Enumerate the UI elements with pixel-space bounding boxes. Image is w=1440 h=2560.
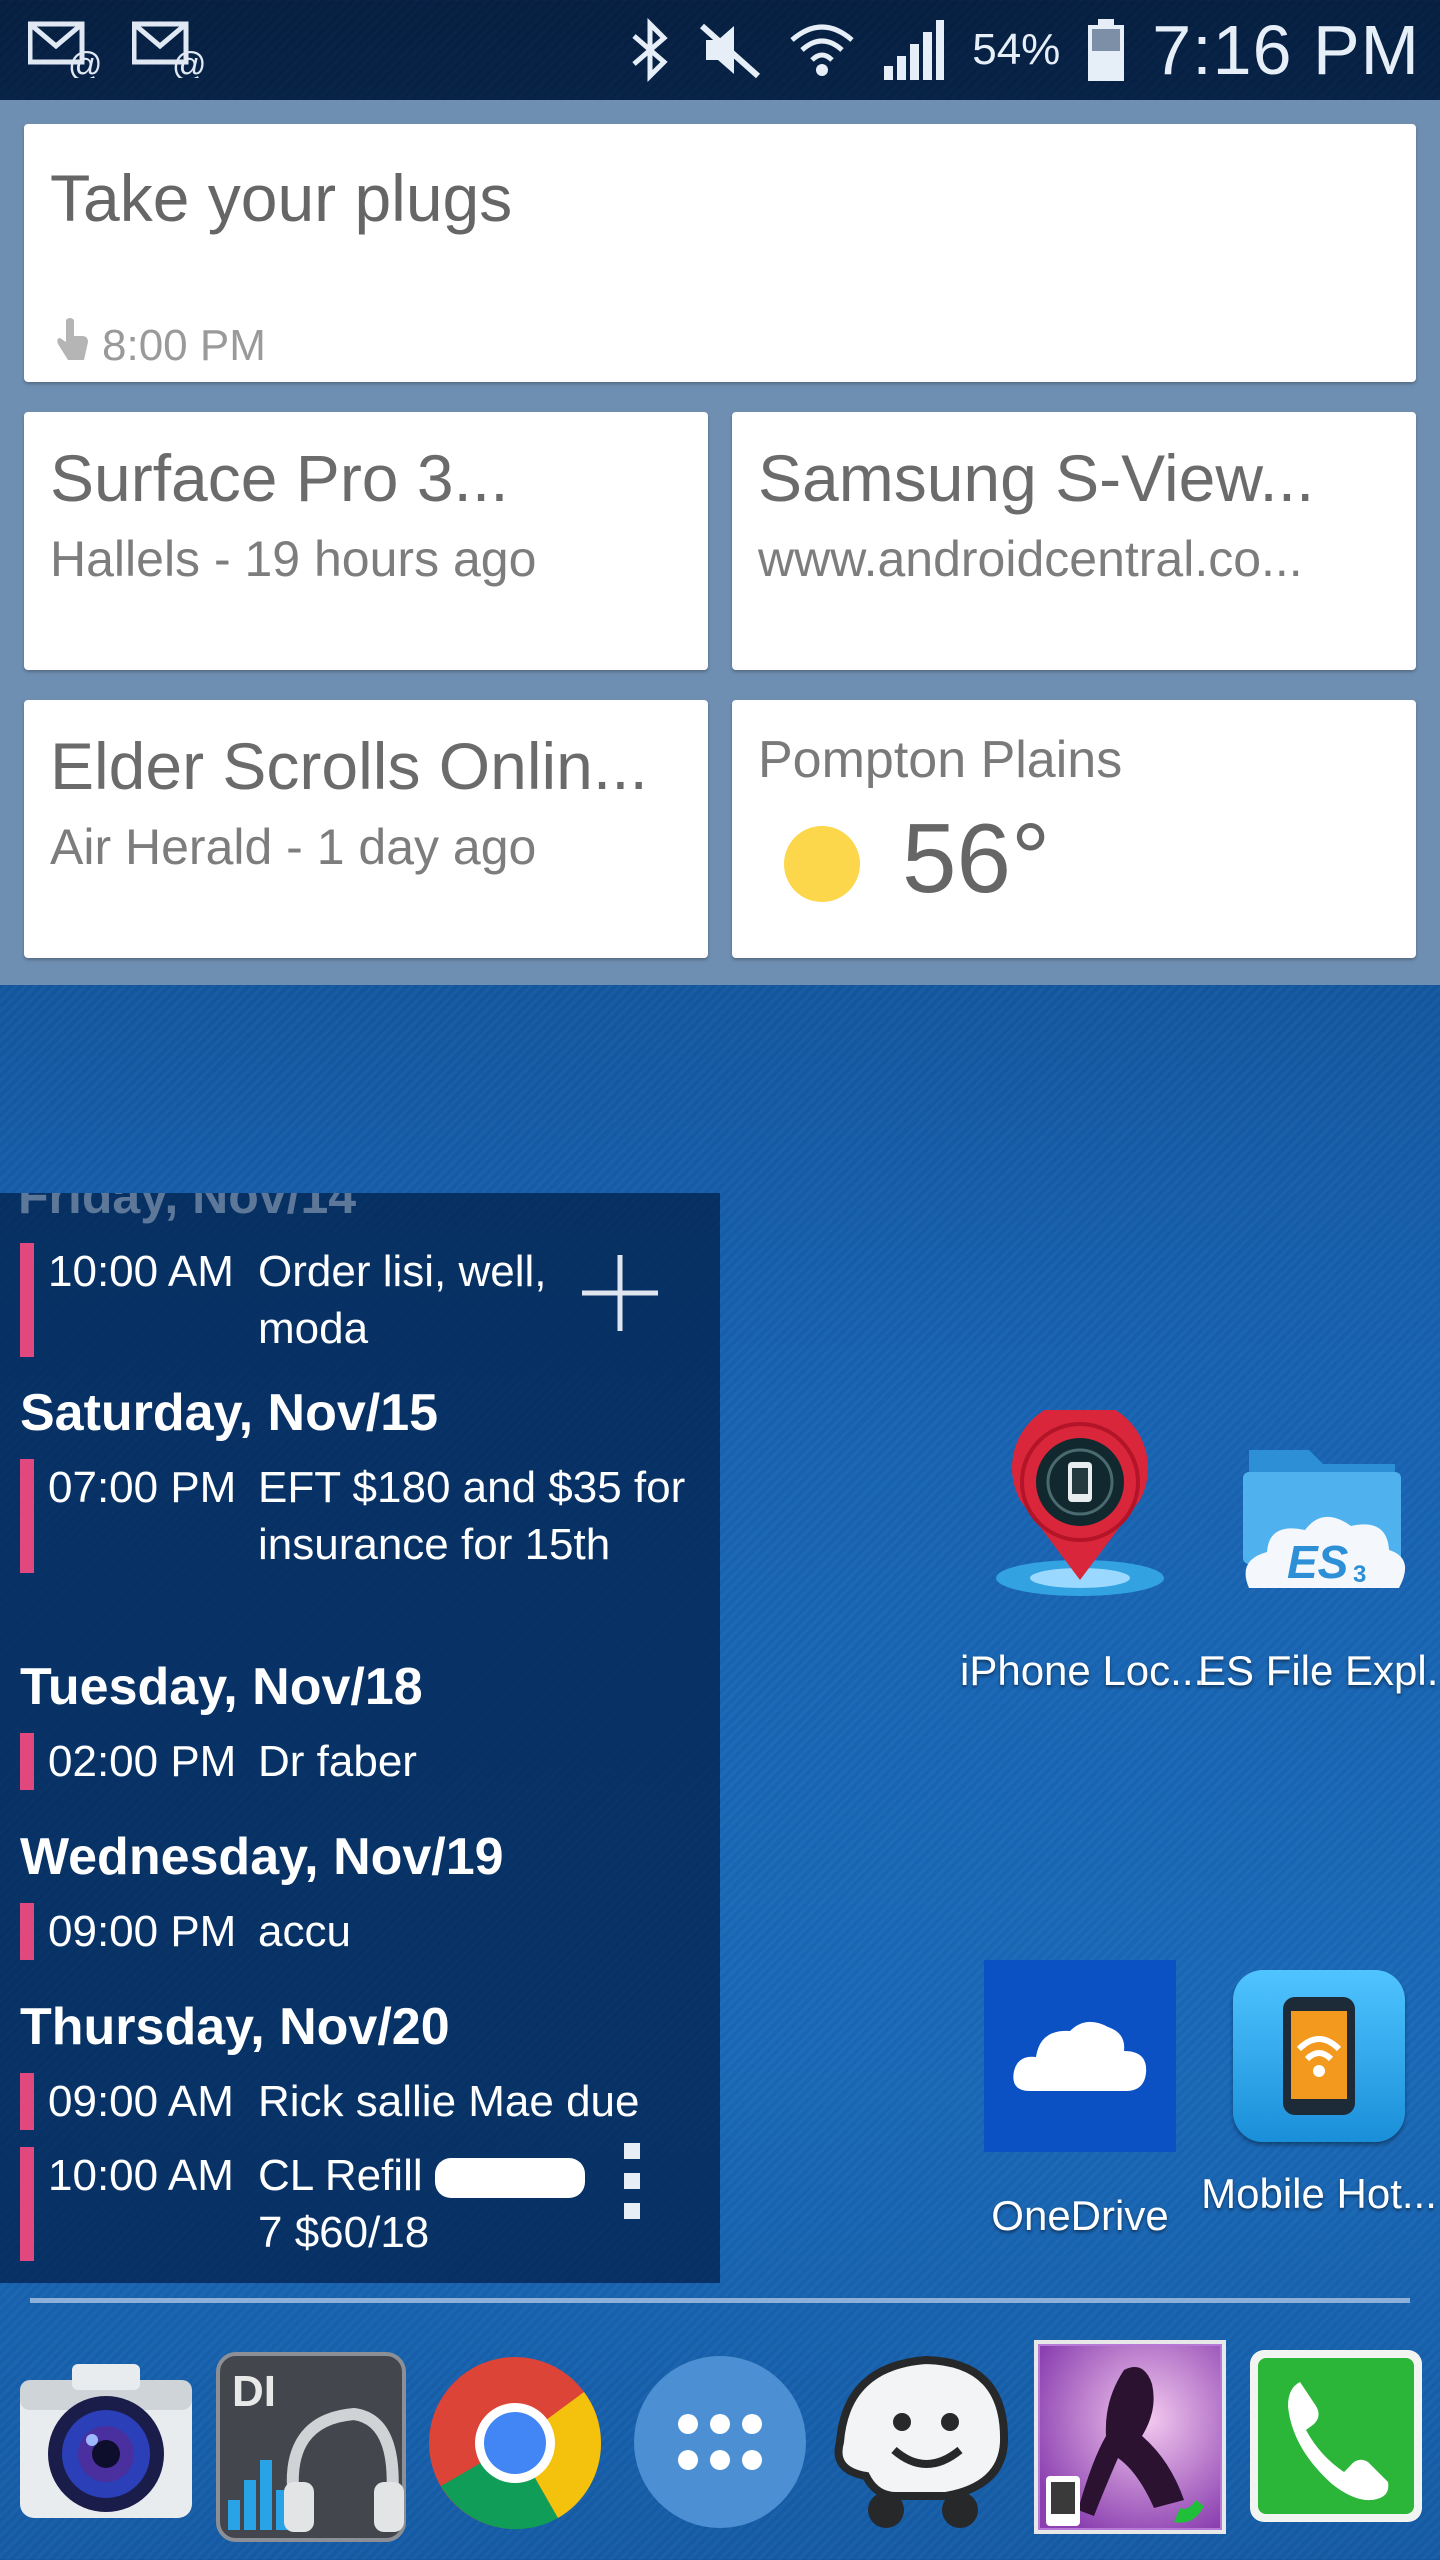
battery-percent: 54% [972,25,1061,74]
event-time: 10:00 AM [48,2151,234,2200]
event-color-bar [20,1903,34,1960]
app-es-file-explorer[interactable]: ES 3 ES File Expl... [1198,1410,1440,1695]
svg-text:3: 3 [1353,1561,1366,1588]
app-label: OneDrive [991,2192,1169,2239]
wifi-icon [788,18,856,82]
calendar-event[interactable]: 07:00 PM EFT $180 and $35 for insurance … [20,1459,688,1573]
calendar-day-header: Wednesday, Nov/19 [20,1828,504,1886]
news-card-subtitle: Hallels - 19 hours ago [50,531,537,587]
svg-text:@: @ [172,46,207,78]
dock-divider [30,2298,1410,2303]
event-color-bar [20,1733,34,1790]
news-card[interactable]: Elder Scrolls Onlin... Air Herald - 1 da… [24,700,708,958]
battery-icon [1086,17,1126,83]
calendar-event[interactable]: 10:00 AM Order lisi, well, moda [20,1243,568,1357]
mobile-hotspot-icon [1233,1970,1405,2142]
app-onedrive[interactable]: OneDrive [964,1960,1196,2240]
event-time: 09:00 PM [48,1907,237,1956]
mute-icon [698,18,762,82]
calendar-event[interactable]: 09:00 PM accu [20,1903,688,1960]
onedrive-icon [984,1960,1176,2152]
reminder-time-row: 8:00 PM [52,316,266,375]
app-label: iPhone Loc... [960,1647,1206,1694]
phone-icon[interactable] [1248,2348,1424,2529]
app-iphone-locator[interactable]: iPhone Loc... [960,1400,1206,1695]
add-event-button[interactable] [578,1251,662,1340]
weather-location: Pompton Plains [758,731,1123,789]
app-label: ES File Expl... [1198,1647,1440,1694]
news-card-subtitle: www.androidcentral.co... [758,531,1303,587]
svg-text:ES: ES [1287,1536,1349,1588]
redacted-mark [434,2158,585,2199]
news-card-title: Elder Scrolls Onlin... [50,729,648,803]
email-notification-icon: @ [28,18,104,78]
event-color-bar [20,1243,34,1357]
news-card-subtitle: Air Herald - 1 day ago [50,819,537,875]
waze-icon[interactable] [826,2346,1016,2541]
google-now-panel: Take your plugs 8:00 PM Surface Pro 3...… [0,100,1440,985]
dock: DI [0,2330,1440,2560]
more-options-button[interactable] [624,2143,640,2219]
calendar-day-header: Saturday, Nov/15 [20,1384,439,1442]
reminder-card[interactable]: Take your plugs 8:00 PM [24,124,1416,382]
iphone-locator-icon [960,1400,1200,1615]
event-color-bar [20,2073,34,2130]
event-time: 09:00 AM [48,2077,234,2126]
weather-card[interactable]: Pompton Plains 56° [732,700,1416,958]
app-drawer-icon[interactable] [632,2354,808,2535]
camera-icon[interactable] [8,2350,204,2535]
event-title: Order lisi, well, moda [258,1247,547,1353]
event-title: accu [258,1907,351,1956]
svg-text:DI: DI [232,2367,276,2416]
reminder-hand-icon [52,316,92,375]
news-card[interactable]: Samsung S-View... www.androidcentral.co.… [732,412,1416,670]
signal-icon [882,18,946,82]
es-file-explorer-icon: ES 3 [1198,1410,1440,1615]
svg-text:@: @ [68,46,103,78]
chrome-icon[interactable] [424,2352,606,2539]
event-title: CL Refill 7 $60/18 [258,2147,618,2261]
app-mobile-hotspot[interactable]: Mobile Hot... [1198,1960,1440,2218]
event-title: Rick sallie Mae due [258,2077,640,2126]
event-time: 10:00 AM [48,1247,234,1296]
reminder-time: 8:00 PM [102,320,266,370]
calendar-day-header: Thursday, Nov/20 [20,1998,450,2056]
event-time: 02:00 PM [48,1737,237,1786]
reminder-title: Take your plugs [50,161,513,235]
weather-temperature: 56° [902,803,1051,913]
event-color-bar [20,1459,34,1573]
event-title-tail: 7 $60/18 [258,2208,430,2257]
news-card-title: Surface Pro 3... [50,441,509,515]
event-title-text: CL Refill [258,2151,423,2200]
di-radio-icon[interactable]: DI [214,2350,408,2549]
app-label: Mobile Hot... [1201,2170,1437,2217]
email-notification-icon: @ [132,18,208,78]
event-title: Dr faber [258,1737,417,1786]
contact-photo-icon[interactable] [1034,2340,1226,2539]
clock: 7:16 PM [1152,11,1420,89]
calendar-event[interactable]: 09:00 AM Rick sallie Mae due [20,2073,688,2130]
event-title: EFT $180 and $35 for insurance for 15th [258,1463,686,1569]
calendar-event[interactable]: 10:00 AM CL Refill 7 $60/18 [20,2147,618,2261]
event-time: 07:00 PM [48,1463,237,1512]
event-color-bar [20,2147,34,2261]
news-card[interactable]: Surface Pro 3... Hallels - 19 hours ago [24,412,708,670]
calendar-scrolled-header: Friday, Nov/14 [18,1193,357,1224]
status-bar: @ @ 54% 7:16 PM [0,0,1440,100]
bluetooth-icon [628,18,672,82]
calendar-day-header: Tuesday, Nov/18 [20,1658,423,1716]
calendar-event[interactable]: 02:00 PM Dr faber [20,1733,688,1790]
sun-icon [784,826,860,902]
calendar-widget[interactable]: Friday, Nov/14 10:00 AM Order lisi, well… [0,1193,720,2283]
news-card-title: Samsung S-View... [758,441,1315,515]
